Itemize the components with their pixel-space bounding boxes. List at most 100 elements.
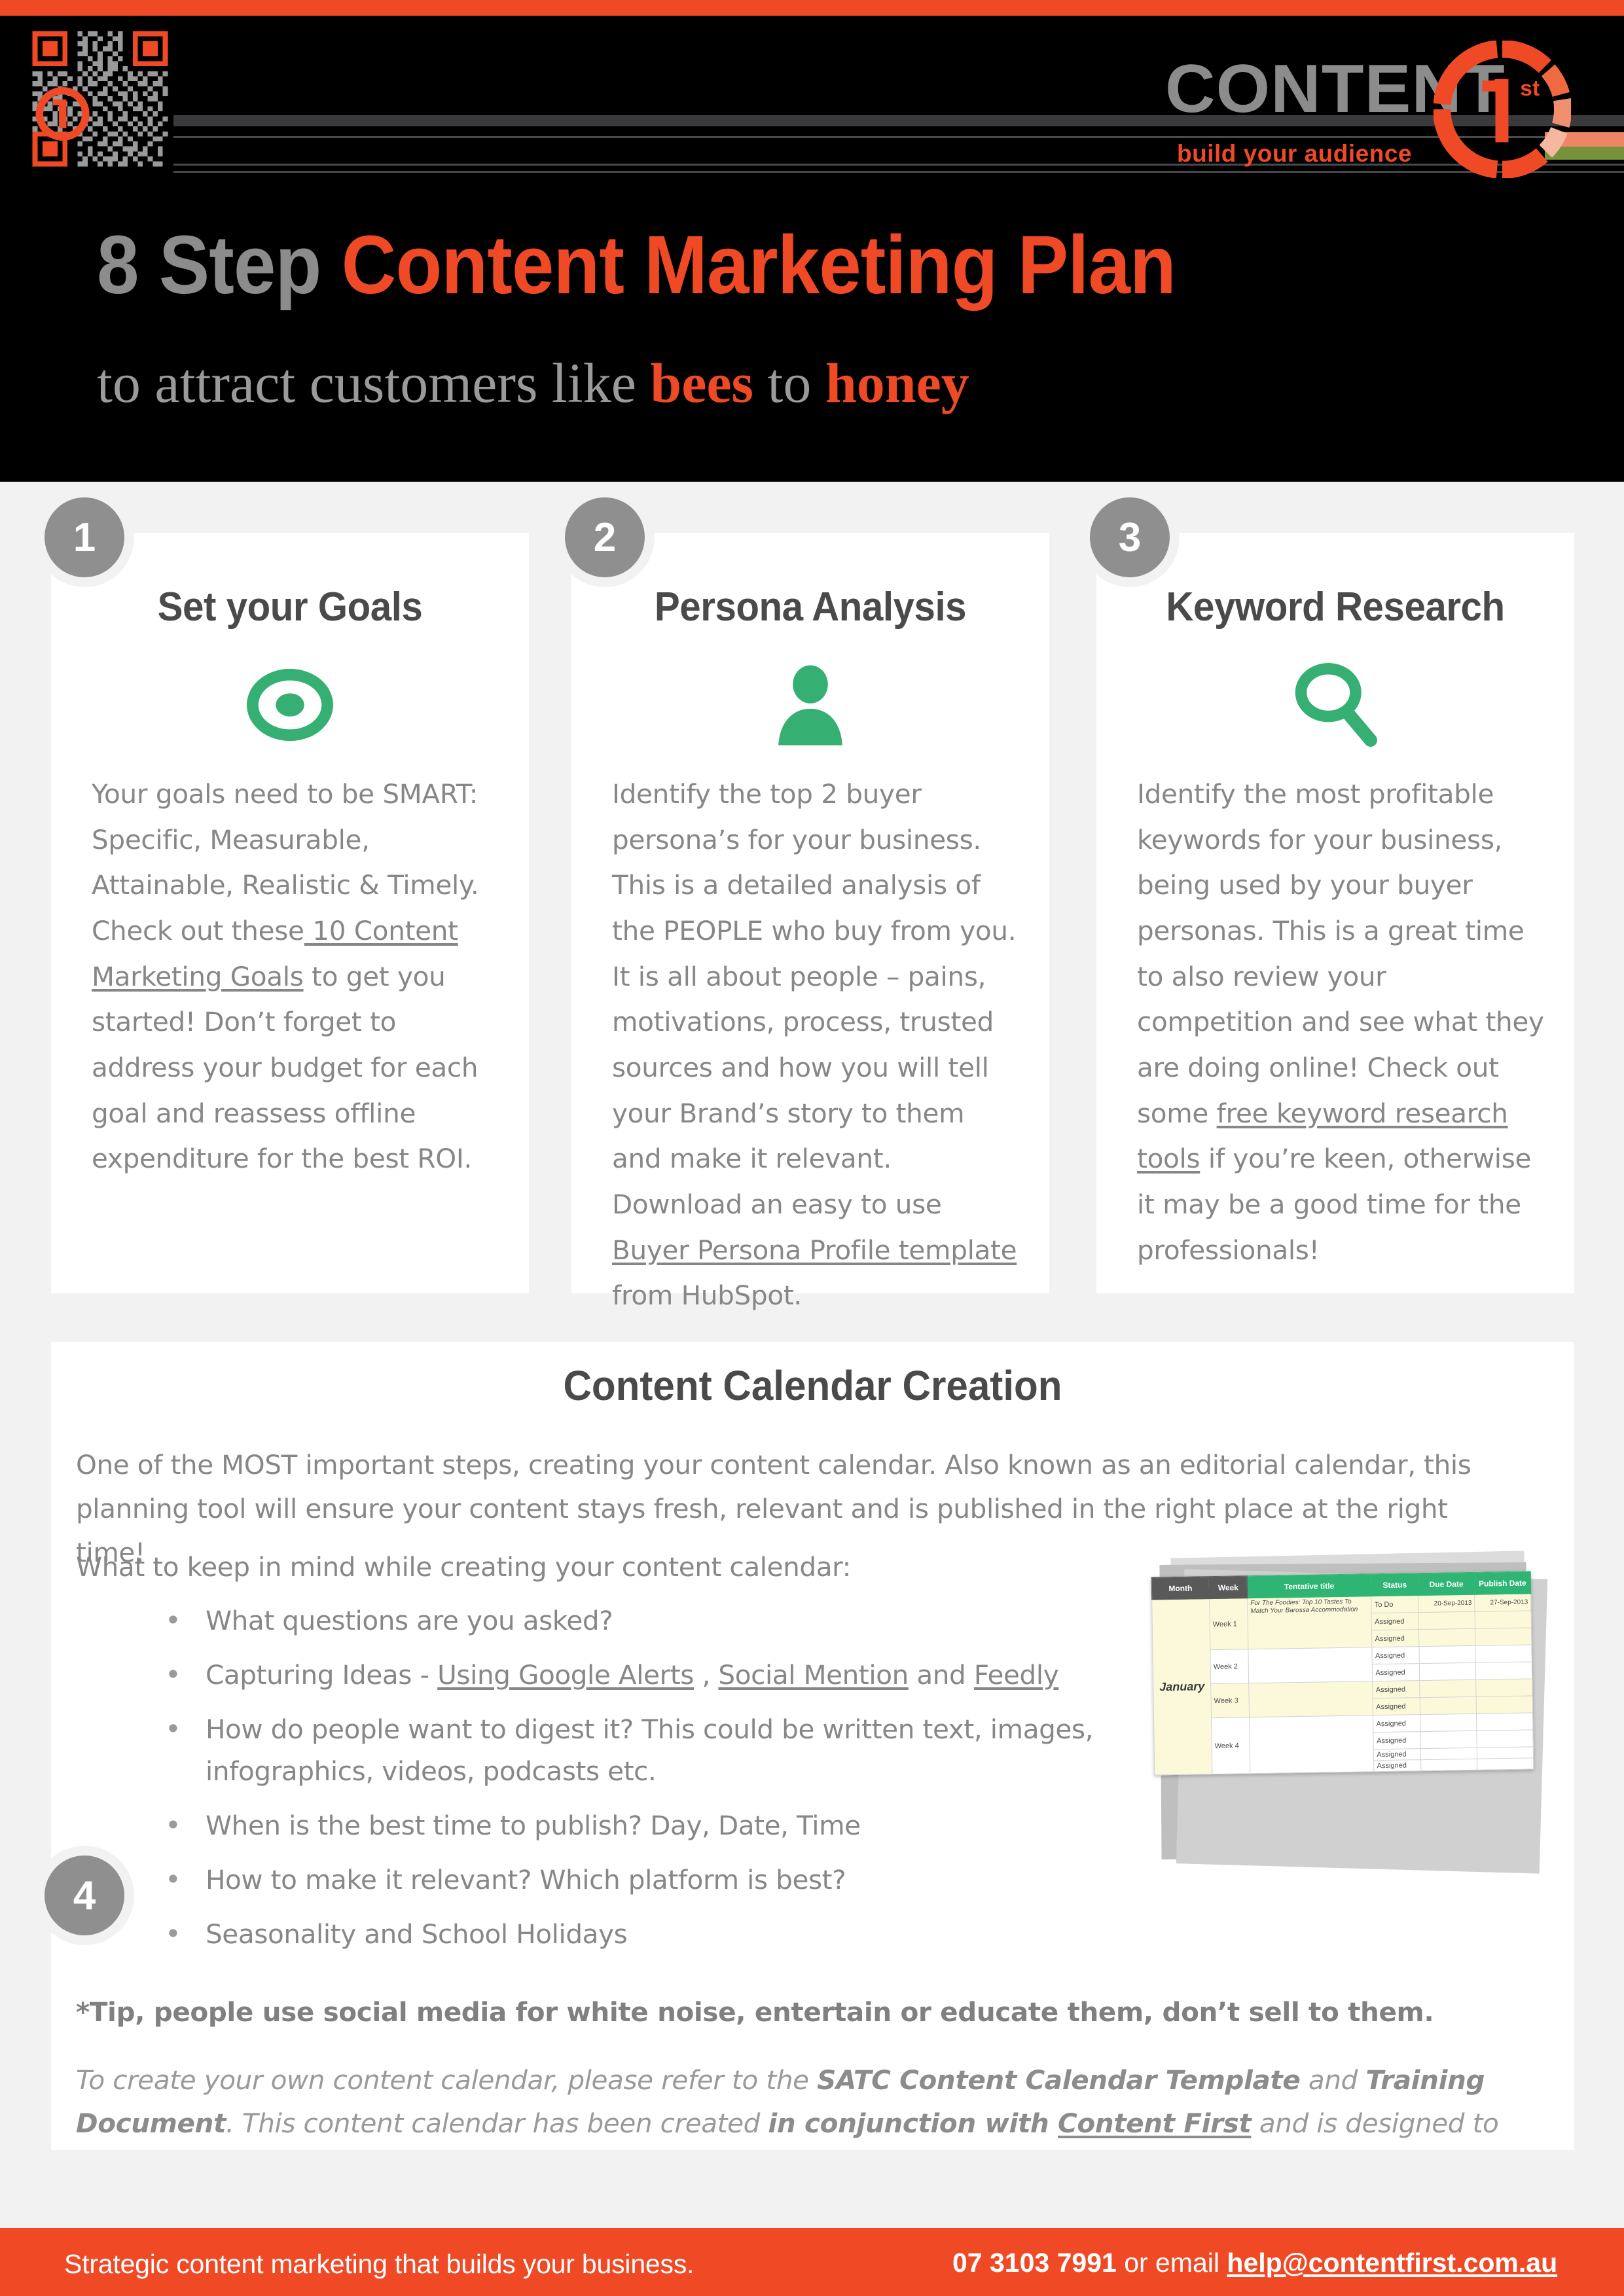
calendar-status-cell: Assigned	[1373, 1731, 1421, 1749]
footer-gap	[0, 2150, 1624, 2228]
step-body-1: Your goals need to be SMART: Specific, M…	[92, 772, 499, 1182]
bullet-text-6: Seasonality and School Holidays	[206, 1918, 628, 1950]
subtitle-pre: to attract customers like	[97, 351, 651, 414]
calendar-week-cell: Week 3	[1210, 1683, 1250, 1718]
footer-contact: 07 3103 7991 or email help@contentfirst.…	[952, 2248, 1557, 2278]
person-icon	[571, 654, 1049, 755]
calendar-week-cell: Week 1	[1209, 1598, 1248, 1650]
list-item: Seasonality and School Holidays	[149, 1912, 1118, 1956]
calendar-col-week: Week	[1209, 1575, 1248, 1599]
list-item: How do people want to digest it? This co…	[149, 1708, 1118, 1791]
masthead: CONTENT build your audience st 8 Step Co…	[0, 16, 1624, 482]
calendar-status-cell: To Do	[1371, 1595, 1419, 1613]
step4-bullet-list: What questions are you asked? Capturing …	[149, 1599, 1118, 1968]
step-title-3: Keyword Research	[1166, 584, 1505, 630]
logo-tagline: build your audience	[1177, 140, 1412, 167]
calendar-title-cell	[1248, 1681, 1373, 1717]
calendar-publish-cell	[1475, 1610, 1532, 1629]
calendar-due-cell	[1420, 1713, 1477, 1732]
page-title: 8 Step Content Marketing Plan	[97, 224, 1176, 306]
step-body-3: Identify the most profitable keywords fo…	[1137, 772, 1544, 1273]
step-title-1: Set your Goals	[157, 584, 423, 630]
step-title-4: Content Calendar Creation	[563, 1362, 1062, 1409]
list-item: When is the best time to publish? Day, D…	[149, 1804, 1118, 1847]
step-link-2[interactable]: Buyer Persona Profile template	[612, 1234, 1017, 1266]
calendar-publish-cell	[1476, 1695, 1533, 1714]
calendar-publish-cell	[1475, 1661, 1532, 1680]
step-badge-2: 2	[565, 497, 645, 577]
logo-circle-one-icon: st	[1434, 41, 1571, 178]
top-accent-strip	[0, 0, 1624, 16]
calendar-due-cell	[1418, 1611, 1475, 1630]
calendar-status-cell: Assigned	[1373, 1697, 1420, 1715]
step-card-3: Keyword Research Identify the most profi…	[1096, 533, 1574, 1293]
calendar-table: Month Week Tentative title Status Due Da…	[1151, 1571, 1534, 1776]
calendar-due-cell	[1419, 1662, 1476, 1681]
content-calendar-screenshot: Month Week Tentative title Status Due Da…	[1141, 1551, 1560, 1874]
calendar-due-cell	[1418, 1628, 1475, 1647]
closing-part-c: and	[1300, 2064, 1366, 2096]
list-item: What questions are you asked?	[149, 1599, 1118, 1642]
svg-text:st: st	[1520, 77, 1540, 101]
infographic-page: CONTENT build your audience st 8 Step Co…	[0, 0, 1624, 2296]
step-panel-4: Content Calendar Creation One of the MOS…	[51, 1342, 1574, 2182]
steps-row: Set your Goals Your goals need to be SMA…	[0, 488, 1624, 1945]
footer-email[interactable]: help@contentfirst.com.au	[1227, 2248, 1557, 2278]
bullet-text-4: When is the best time to publish? Day, D…	[206, 1809, 861, 1841]
calendar-col-due: Due Date	[1418, 1572, 1475, 1596]
brand-logo[interactable]: CONTENT build your audience st	[1165, 41, 1571, 178]
calendar-title-cell	[1248, 1647, 1373, 1683]
calendar-col-publish: Publish Date	[1474, 1571, 1531, 1595]
calendar-status-cell: Assigned	[1371, 1612, 1419, 1630]
calendar-publish-cell	[1475, 1627, 1532, 1646]
step-body-3-pre: Identify the most profitable keywords fo…	[1137, 778, 1544, 1129]
calendar-publish-cell: 27-Sep-2013	[1474, 1593, 1532, 1612]
list-item: How to make it relevant? Which platform …	[149, 1858, 1118, 1901]
closing-link-content-first[interactable]: Content First	[1058, 2108, 1252, 2139]
bullet-text-3: How do people want to digest it? This co…	[206, 1713, 1094, 1787]
calendar-publish-cell	[1476, 1712, 1533, 1731]
calendar-due-cell	[1420, 1748, 1477, 1760]
step-badge-4: 4	[45, 1856, 124, 1935]
calendar-month-cell: January	[1151, 1598, 1212, 1776]
target-icon	[51, 654, 529, 755]
page-footer: Strategic content marketing that builds …	[0, 2228, 1624, 2296]
bullet-mid-2: and	[908, 1659, 974, 1691]
calendar-col-title: Tentative title	[1247, 1573, 1372, 1598]
subtitle-mid: to	[753, 351, 825, 414]
step-body-1-post: to get you started! Don’t forget to addr…	[92, 960, 478, 1175]
closing-template-name: SATC Content Calendar Template	[817, 2064, 1301, 2096]
calendar-due-cell	[1419, 1645, 1476, 1664]
step-card-1: Set your Goals Your goals need to be SMA…	[51, 533, 529, 1293]
step-card-2: Persona Analysis Identify the top 2 buye…	[571, 533, 1049, 1311]
closing-part-a: To create your own content calendar, ple…	[76, 2064, 818, 2096]
footer-mid: or email	[1116, 2248, 1227, 2278]
bullet-link-feedly[interactable]: Feedly	[974, 1659, 1059, 1691]
step4-tip: *Tip, people use social media for white …	[76, 1996, 1434, 2028]
step-body-2: Identify the top 2 buyer persona’s for y…	[612, 772, 1019, 1319]
step4-lead: What to keep in mind while creating your…	[76, 1551, 851, 1583]
calendar-week-cell: Week 2	[1210, 1649, 1249, 1684]
calendar-status-cell: Assigned	[1372, 1646, 1420, 1664]
footer-phone[interactable]: 07 3103 7991	[952, 2248, 1117, 2278]
step-badge-1: 1	[45, 497, 124, 577]
page-subtitle: to attract customers like bees to honey	[97, 355, 969, 411]
bullet-link-google-alerts[interactable]: Using Google Alerts	[437, 1659, 694, 1691]
calendar-publish-cell	[1475, 1644, 1532, 1663]
calendar-status-cell: Assigned	[1373, 1714, 1421, 1732]
calendar-status-cell: Assigned	[1373, 1748, 1421, 1761]
bullet-text-5: How to make it relevant? Which platform …	[206, 1863, 846, 1895]
calendar-due-cell	[1420, 1679, 1477, 1698]
calendar-status-cell: Assigned	[1372, 1663, 1420, 1681]
calendar-publish-cell	[1475, 1678, 1533, 1697]
calendar-status-cell: Assigned	[1374, 1759, 1422, 1772]
calendar-due-cell	[1420, 1731, 1477, 1749]
closing-conjunction: in conjunction with	[768, 2108, 1058, 2139]
title-part-grey: 8 Step	[97, 219, 342, 311]
calendar-week-cell: Week 4	[1211, 1717, 1250, 1774]
step-body-2-post: from HubSpot.	[612, 1280, 803, 1312]
subtitle-honey: honey	[825, 351, 969, 414]
calendar-due-cell: 20-Sep-2013	[1418, 1594, 1475, 1613]
qr-code-icon[interactable]	[27, 26, 173, 171]
bullet-link-social-mention[interactable]: Social Mention	[718, 1659, 909, 1691]
